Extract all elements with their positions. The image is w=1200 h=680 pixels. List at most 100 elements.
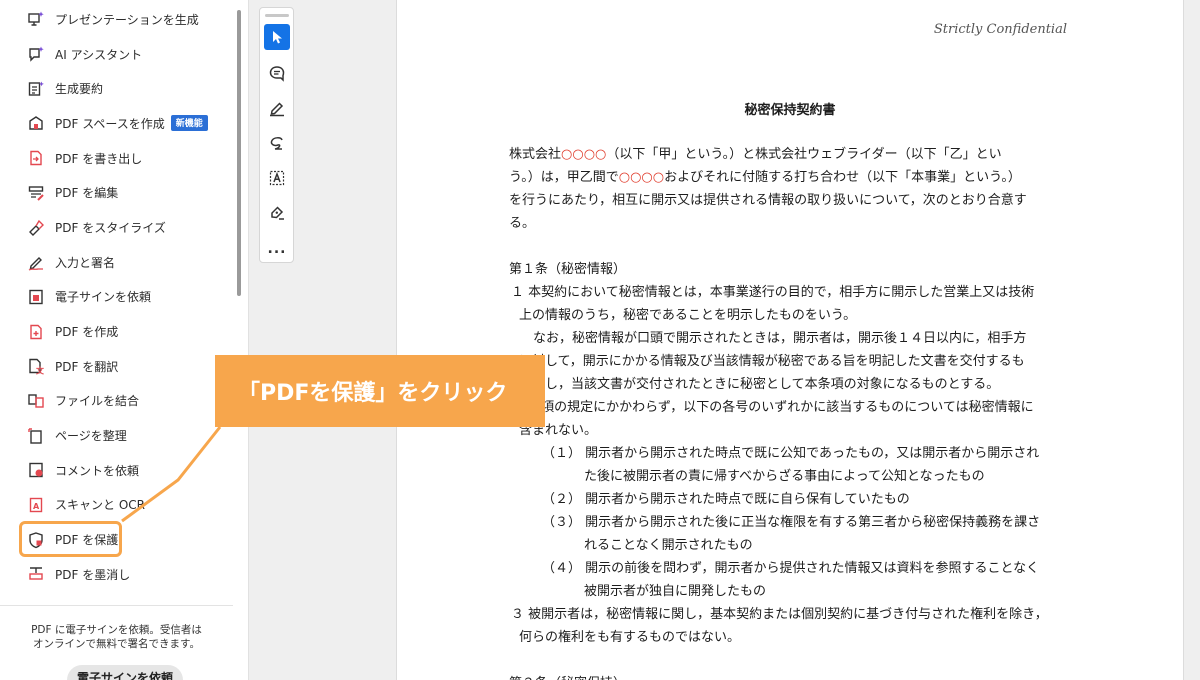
request-esign-button[interactable]: 電子サインを依頼 bbox=[67, 665, 183, 680]
clause-line: 上の情報のうち，秘密であることを明示したものをいう。 bbox=[519, 308, 857, 323]
sign-tool-button[interactable] bbox=[264, 200, 290, 226]
clause-line: ２ 前項の規定にかかわらず，以下の各号のいずれかに該当するものについては秘密情報… bbox=[511, 400, 1034, 415]
tool-list: プレゼンテーションを生成 AI アシスタント 生成要約 PDF スペースを作成 新機能 P… bbox=[0, 2, 233, 592]
sidebar-item-presentation-sparkle[interactable]: プレゼンテーションを生成 bbox=[0, 2, 233, 37]
clause-line: １ 本契約において秘密情報とは，本事業遂行の目的で，相手方に開示した営業上又は技… bbox=[511, 285, 1035, 300]
clause-line: なお，秘密情報が口頭で開示されたときは，開示者は，開示後１４日以内に，相手方 bbox=[533, 331, 1027, 346]
sidebar-item-pdf-space[interactable]: PDF スペースを作成 新機能 bbox=[0, 106, 233, 141]
clause-line: ３ 被開示者は，秘密情報に関し，基本契約または個別契約に基づき付与された権利を除… bbox=[511, 607, 1048, 622]
sidebar-item-label: コメントを依頼 bbox=[55, 463, 140, 478]
fill-sign-icon bbox=[27, 253, 45, 271]
sidebar-item-label: AI アシスタント bbox=[55, 47, 143, 62]
generative-summary-icon bbox=[27, 80, 45, 98]
sidebar-footer: PDF に電子サインを依頼。受信者は オンラインで無料で署名できます。 電子サイ… bbox=[0, 605, 233, 680]
sidebar-item-label: PDF を翻訳 bbox=[55, 359, 119, 374]
request-esign-icon bbox=[27, 288, 45, 306]
paragraph-line: う。）は，甲乙間で○○○○およびそれに付随する打ち合わせ（以下「本事業」という。… bbox=[509, 166, 1021, 189]
sidebar-item-ai-assistant[interactable]: AI アシスタント bbox=[0, 37, 233, 72]
paragraph-text: 株式会社 bbox=[509, 147, 562, 162]
placeholder-company: ○○○○ bbox=[561, 147, 607, 162]
sidebar-item-label: ページを整理 bbox=[55, 429, 127, 444]
list-item: （３） 開示者から開示された後に正当な権限を有する第三者から秘密保持義務を課さ bbox=[542, 515, 1041, 530]
sidebar-item-fill-sign[interactable]: 入力と署名 bbox=[0, 245, 233, 280]
select-arrow-icon bbox=[268, 28, 286, 46]
add-comment-icon bbox=[268, 64, 286, 82]
list-item: （１） 開示者から開示された時点で既に公知であったもの，又は開示者から開示され bbox=[542, 446, 1040, 461]
placeholder-project: ○○○○ bbox=[618, 170, 665, 185]
article-heading: 第２条（秘密保持） bbox=[509, 672, 626, 680]
svg-text:文: 文 bbox=[36, 366, 45, 376]
paragraph-text: う。）は，甲乙間で bbox=[509, 170, 619, 185]
list-item: た後に被開示者の責に帰すべからざる事由によって公知となったもの bbox=[584, 469, 985, 484]
footer-promo-text: PDF に電子サインを依頼。受信者は オンラインで無料で署名できます。 bbox=[0, 623, 233, 651]
list-item: （２） 開示者から開示された時点で既に自ら保有していたもの bbox=[542, 492, 910, 507]
sidebar-scrollbar[interactable] bbox=[237, 10, 241, 296]
article-heading: 第１条（秘密情報） bbox=[509, 262, 627, 277]
sidebar-item-label: 電子サインを依頼 bbox=[55, 290, 152, 305]
sidebar-item-export-pdf[interactable]: PDF を書き出し bbox=[0, 141, 233, 176]
sidebar-item-label: PDF を書き出し bbox=[55, 151, 143, 166]
sidebar-item-label: PDF スペースを作成 bbox=[55, 116, 165, 131]
toolbar-drag-handle[interactable] bbox=[265, 14, 289, 17]
paragraph-line: 株式会社○○○○（以下「甲」という。）と株式会社ウェブライダー（以下「乙」とい bbox=[509, 143, 1002, 166]
tools-sidebar: プレゼンテーションを生成 AI アシスタント 生成要約 PDF スペースを作成 新機能 P… bbox=[0, 0, 249, 680]
redact-pdf-icon bbox=[27, 565, 45, 583]
highlight-tool-button[interactable] bbox=[264, 95, 290, 121]
protect-pdf-highlight bbox=[19, 521, 122, 557]
sidebar-item-label: PDF をスタイライズ bbox=[55, 220, 166, 235]
sidebar-item-translate-pdf[interactable]: 文 PDF を翻訳 bbox=[0, 349, 233, 384]
export-pdf-icon bbox=[27, 149, 45, 167]
sidebar-item-redact-pdf[interactable]: PDF を墨消し bbox=[0, 557, 233, 592]
clause-line: 何らの権利をも有するものではない。 bbox=[519, 630, 741, 645]
sidebar-item-label: PDF を作成 bbox=[55, 325, 119, 340]
add-text-icon bbox=[268, 169, 286, 187]
page-header-confidential: Strictly Confidential bbox=[933, 22, 1067, 37]
sidebar-item-label: 入力と署名 bbox=[55, 255, 116, 270]
pdf-space-icon bbox=[27, 114, 45, 132]
select-tool-button[interactable] bbox=[264, 24, 290, 50]
add-comment-button[interactable] bbox=[264, 60, 290, 86]
more-tools-button[interactable]: ... bbox=[264, 236, 290, 262]
footer-promo-line-1: PDF に電子サインを依頼。受信者は bbox=[31, 624, 202, 636]
organize-pages-icon bbox=[27, 427, 45, 445]
add-text-button[interactable] bbox=[264, 165, 290, 191]
footer-promo-line-2: オンラインで無料で署名できます。 bbox=[33, 638, 200, 650]
request-comments-icon bbox=[27, 461, 45, 479]
sidebar-item-request-esign[interactable]: 電子サインを依頼 bbox=[0, 280, 233, 315]
sidebar-item-combine-files[interactable]: ファイルを結合 bbox=[0, 384, 233, 419]
annotation-toolbar: ... bbox=[259, 7, 294, 263]
combine-files-icon bbox=[27, 392, 45, 410]
new-feature-badge: 新機能 bbox=[170, 115, 208, 132]
ai-assistant-icon bbox=[27, 45, 45, 63]
instruction-callout: 「PDFを保護」をクリック bbox=[215, 355, 545, 427]
sidebar-item-scan-ocr[interactable]: A スキャンと OCR bbox=[0, 488, 233, 523]
list-item: （４） 開示の前後を問わず，開示者から提供された情報又は資料を参照することなく bbox=[542, 561, 1040, 576]
sidebar-item-edit-pdf[interactable]: PDF を編集 bbox=[0, 175, 233, 210]
sidebar-item-label: スキャンと OCR bbox=[55, 498, 145, 513]
sidebar-item-label: PDF を編集 bbox=[55, 186, 119, 201]
sidebar-item-label: PDF を墨消し bbox=[55, 567, 131, 582]
sidebar-item-label: プレゼンテーションを生成 bbox=[55, 12, 199, 27]
create-pdf-icon bbox=[27, 323, 45, 341]
list-item: 被開示者が独自に開発したもの bbox=[584, 584, 767, 599]
svg-text:A: A bbox=[33, 502, 40, 511]
stylize-pdf-icon bbox=[27, 218, 45, 237]
sidebar-item-create-pdf[interactable]: PDF を作成 bbox=[0, 314, 233, 349]
translate-pdf-icon: 文 bbox=[27, 357, 45, 375]
sidebar-item-label: ファイルを結合 bbox=[55, 394, 140, 409]
list-item: れることなく開示されたもの bbox=[584, 538, 753, 553]
freehand-draw-icon bbox=[268, 134, 286, 152]
clause-line: に対して，開示にかかる情報及び当該情報が秘密である旨を明記した文書を交付するも bbox=[519, 354, 1025, 369]
sidebar-item-generative-summary[interactable]: 生成要約 bbox=[0, 71, 233, 106]
paragraph-text: およびそれに付随する打ち合わせ（以下「本事業」という。） bbox=[664, 170, 1021, 185]
more-icon: ... bbox=[267, 241, 287, 257]
document-page[interactable]: Strictly Confidential 秘密保持契約書 株式会社○○○○（以… bbox=[396, 0, 1184, 680]
sidebar-item-request-comments[interactable]: コメントを依頼 bbox=[0, 453, 233, 488]
sign-icon bbox=[268, 204, 286, 222]
sidebar-item-organize-pages[interactable]: ページを整理 bbox=[0, 418, 233, 453]
clause-line: のとし，当該文書が交付されたときに秘密として本条項の対象になるものとする。 bbox=[519, 377, 1000, 392]
paragraph-text: （以下「甲」という。）と株式会社ウェブライダー（以下「乙」とい bbox=[606, 147, 1002, 162]
sidebar-item-stylize-pdf[interactable]: PDF をスタイライズ bbox=[0, 210, 233, 245]
freehand-draw-button[interactable] bbox=[264, 130, 290, 156]
highlight-pen-icon bbox=[268, 99, 286, 117]
